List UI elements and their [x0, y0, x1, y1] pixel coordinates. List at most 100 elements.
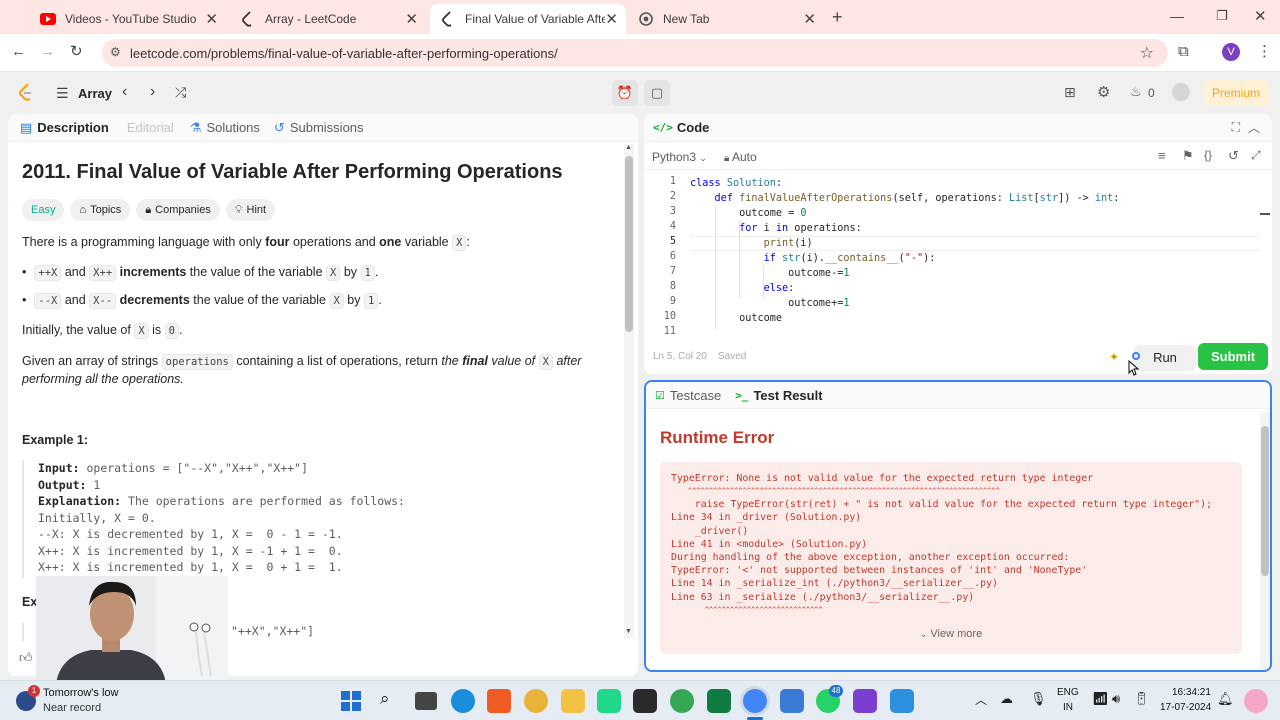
description-scrollbar-track[interactable]: ▲ ▼: [624, 144, 634, 638]
problem-list-label[interactable]: Array: [78, 86, 112, 101]
language-region[interactable]: IN: [1063, 702, 1073, 713]
submissions-history-icon: ↺: [273, 119, 285, 135]
weather-text[interactable]: Tomorrow's low: [43, 687, 118, 699]
browser-tab-final-value[interactable]: Final Value of Variable After Per ✕: [430, 4, 626, 34]
weather-alert-badge: 1: [28, 685, 40, 697]
close-tab-icon[interactable]: ✕: [803, 10, 816, 28]
reset-code-icon[interactable]: ↺: [1228, 148, 1239, 164]
notepad-icon[interactable]: [780, 689, 804, 713]
minimize-window-icon[interactable]: —: [1170, 8, 1184, 24]
profile-avatar[interactable]: V: [1222, 43, 1240, 61]
auto-mode[interactable]: 🔒︎ Auto: [724, 150, 757, 164]
companies-chip[interactable]: 🔒︎ Companies: [136, 199, 220, 221]
debug-bug-icon[interactable]: ✦: [1109, 350, 1119, 364]
new-tab-plus-icon[interactable]: +: [832, 7, 843, 28]
tab-testcase[interactable]: ☑ Testcase: [655, 388, 721, 403]
language-selector[interactable]: Python3 ⌄: [652, 150, 707, 164]
result-scrollbar-track[interactable]: [1260, 412, 1270, 670]
streak-count: 0: [1148, 86, 1155, 100]
problem-list-icon[interactable]: ☰: [56, 85, 69, 102]
tab-test-result[interactable]: >_ Test Result: [735, 388, 822, 403]
streak-fire-icon[interactable]: ♨: [1130, 84, 1142, 100]
media-app-icon[interactable]: [853, 689, 877, 713]
chrome-icon[interactable]: [670, 689, 694, 713]
edge-browser-icon[interactable]: [451, 689, 475, 713]
code-tab[interactable]: </> Code: [653, 120, 709, 135]
layout-grid-icon[interactable]: ⊞: [1064, 84, 1076, 101]
forward-arrow-icon[interactable]: →: [40, 43, 55, 60]
battery-icon[interactable]: 🔋︎: [1133, 691, 1150, 707]
view-more-link[interactable]: ⌄ View more: [660, 628, 1242, 640]
chrome-active-icon[interactable]: [743, 689, 767, 713]
user-avatar[interactable]: [1172, 83, 1190, 101]
extensions-icon[interactable]: ⧉: [1178, 43, 1189, 60]
weather-subtext[interactable]: Near record: [43, 702, 101, 714]
maximize-icon[interactable]: ⛶: [1232, 120, 1240, 135]
wifi-icon[interactable]: 📶︎: [1092, 691, 1109, 707]
tab-description[interactable]: ▤ Description: [20, 120, 109, 136]
hint-chip[interactable]: 💡︎ Hint: [225, 199, 276, 221]
tag-icon: ⌂: [79, 204, 87, 216]
like-thumb-icon[interactable]: 👍︎: [19, 650, 33, 666]
microphone-icon[interactable]: 🎙︎: [1030, 691, 1047, 707]
scroll-down-arrow-icon[interactable]: ▼: [625, 628, 632, 635]
language-indicator[interactable]: ENG: [1057, 687, 1079, 698]
chrome-canary-icon[interactable]: [524, 689, 548, 713]
code-editor[interactable]: 1 2 3 4 5 6 7 8 9 10 11 class Solution: …: [644, 175, 1272, 335]
run-button[interactable]: Run: [1134, 345, 1196, 371]
close-window-icon[interactable]: ✕: [1254, 7, 1267, 25]
copilot-icon[interactable]: [1244, 689, 1268, 713]
onedrive-cloud-icon[interactable]: ☁: [1000, 691, 1013, 707]
tab-submissions[interactable]: ↺ Submissions: [274, 120, 364, 136]
lock-icon: 🔒︎: [724, 153, 730, 164]
show-hidden-icons-chevron-icon[interactable]: ︿: [975, 691, 987, 708]
bookmark-star-icon[interactable]: ☆: [1140, 43, 1154, 63]
tab-editorial[interactable]: Editorial: [127, 120, 174, 135]
settings-gear-icon[interactable]: ⚙: [1097, 83, 1110, 101]
notes-icon[interactable]: ▢: [644, 80, 670, 106]
excel-icon[interactable]: [707, 689, 731, 713]
windows-start-icon[interactable]: [340, 690, 362, 712]
file-explorer-icon[interactable]: [561, 689, 585, 713]
braces-icon[interactable]: {}: [1204, 148, 1212, 162]
prev-problem-chevron-icon[interactable]: ‹: [122, 83, 127, 101]
shuffle-icon[interactable]: ⤮: [175, 84, 186, 101]
volume-icon[interactable]: 🔊︎: [1112, 691, 1120, 707]
description-scrollbar-thumb[interactable]: [625, 156, 633, 332]
leetcode-logo-icon[interactable]: [18, 83, 34, 106]
scroll-up-arrow-icon[interactable]: ▲: [625, 144, 632, 151]
timer-icon[interactable]: ⏰: [612, 80, 638, 106]
reload-icon[interactable]: ↻: [70, 42, 83, 60]
brave-browser-icon[interactable]: [487, 689, 511, 713]
browser-tab-youtube-studio[interactable]: Videos - YouTube Studio ✕: [30, 4, 226, 34]
notification-bell-icon[interactable]: 🔔︎: [1217, 691, 1234, 707]
collapse-chevron-icon[interactable]: ︿: [1248, 119, 1260, 136]
result-scrollbar-thumb[interactable]: [1261, 426, 1269, 576]
terminal-icon[interactable]: [633, 689, 657, 713]
close-tab-icon[interactable]: ✕: [405, 10, 418, 28]
site-info-icon[interactable]: ⚙: [110, 45, 121, 59]
format-lines-icon[interactable]: ≡: [1158, 148, 1166, 163]
search-icon[interactable]: ⌕: [380, 689, 390, 709]
restore-window-icon[interactable]: ❐: [1216, 8, 1228, 24]
webcam-overlay: [36, 576, 228, 684]
close-tab-icon[interactable]: ✕: [605, 10, 618, 28]
browser-tab-new-tab[interactable]: New Tab ✕: [628, 4, 824, 34]
address-bar[interactable]: ⚙ leetcode.com/problems/final-value-of-v…: [102, 39, 1168, 67]
mail-app-icon[interactable]: [890, 689, 914, 713]
premium-button[interactable]: Premium: [1203, 80, 1269, 106]
next-problem-chevron-icon[interactable]: ›: [150, 83, 155, 101]
browser-tab-array-leetcode[interactable]: Array - LeetCode ✕: [230, 4, 426, 34]
back-arrow-icon[interactable]: ←: [11, 43, 26, 60]
bookmark-icon[interactable]: ⚑: [1182, 148, 1194, 164]
clock-time[interactable]: 16:34:21: [1172, 687, 1211, 698]
submit-button[interactable]: Submit: [1198, 343, 1268, 370]
task-view-icon[interactable]: [415, 692, 437, 710]
browser-menu-icon[interactable]: ⋮: [1257, 42, 1272, 60]
tab-solutions[interactable]: ⚗ Solutions: [190, 120, 260, 136]
close-tab-icon[interactable]: ✕: [205, 10, 218, 28]
pycharm-icon[interactable]: [597, 689, 621, 713]
topics-chip[interactable]: ⌂ Topics: [70, 199, 131, 221]
clock-date[interactable]: 17-07-2024: [1160, 702, 1211, 713]
fullscreen-icon[interactable]: ⤢: [1251, 148, 1261, 163]
